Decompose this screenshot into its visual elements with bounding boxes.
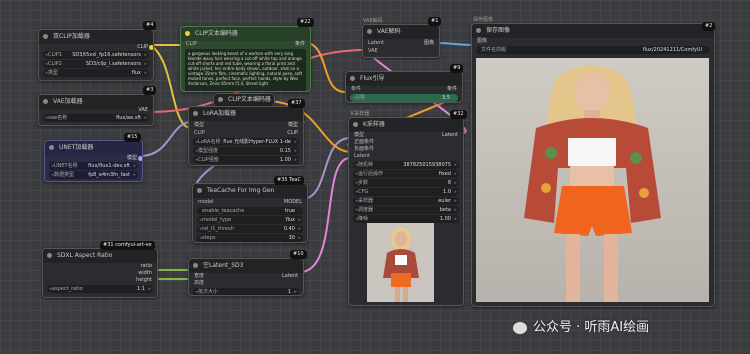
flux-guidance-node[interactable]: Flux引导 条件 条件 ◂ 引导 3.5 ▸ xyxy=(345,71,463,103)
clip-text-encoder-collapsed[interactable]: CLIP文本编码器 xyxy=(213,93,275,107)
control-after-widget[interactable]: ◂ 运行后操作 fixed ▸ xyxy=(353,170,459,178)
model-type-widget[interactable]: ◂ model_type flux ▸ xyxy=(197,216,303,224)
clip-output-socket[interactable] xyxy=(149,45,153,50)
cfg-widget[interactable]: ◂ CFG 1.0 ▸ xyxy=(353,188,459,196)
wire-model xyxy=(139,121,191,157)
save-image-node[interactable]: 保存图像 图像 文件名前缀 flux/20241211/ComfyUI xyxy=(471,23,715,307)
clip-text-encoder-node[interactable]: CLIP文本编码器 CLIP 条件 a gorgeous looking beas… xyxy=(180,26,311,92)
dual-clip-loader-node[interactable]: 双CLIP加载器 CLIP ◂ CLIP1 SD3/t5xxl_fp16.safet… xyxy=(38,29,154,81)
seed-widget[interactable]: ◂ 随机种 387825015938075 ▸ xyxy=(353,161,459,169)
unet-name-widget[interactable]: ◂ UNET名称 flux/flux1-dev.sft ▸ xyxy=(49,162,138,170)
node-title: 双CLIP加载器 xyxy=(53,33,90,40)
unet-loader-node[interactable]: UNET加载器 模型 ◂ UNET名称 flux/flux1-dev.sft ▸ ◂ 数… xyxy=(44,140,143,182)
clip2-widget[interactable]: ◂ CLIP2 SD3/clip_l.safetensors ▸ xyxy=(43,60,149,68)
ksampler-node[interactable]: K采样器 模型 Latent 正面条件 负面条件 Latent ◂ 随机种 38782… xyxy=(348,117,464,306)
aspect-ratio-widget[interactable]: ◂ aspect_ratio 1:1 ▸ xyxy=(47,285,153,293)
output-image xyxy=(476,58,709,302)
clip1-widget[interactable]: ◂ CLIP1 SD3/t5xxl_fp16.safetensors ▸ xyxy=(43,51,149,59)
prompt-textarea[interactable]: a gorgeous looking beast of a woman with… xyxy=(185,49,306,91)
output-label: CLIP xyxy=(137,44,148,50)
vae-name-widget[interactable]: ◂ vae名称 flux/ae.sft ▸ xyxy=(43,114,149,122)
node-id-badge: #4 xyxy=(143,21,157,30)
clip-strength-widget[interactable]: ◂ CLIP强度 1.00 ▸ xyxy=(193,156,299,164)
steps-widget[interactable]: ◂ 步数 8 ▸ xyxy=(353,179,459,187)
vae-loader-node[interactable]: VAE加载器 VAE ◂ vae名称 flux/ae.sft ▸ xyxy=(38,94,154,126)
sampler-widget[interactable]: ◂ 采样器 euler ▸ xyxy=(353,197,459,205)
lora-loader-node[interactable]: LoRA加载器 模型 模型 CLIP CLIP ◂ LoRA名称 flux 光线影Hyp… xyxy=(188,106,304,166)
filename-prefix-widget[interactable]: 文件名前缀 flux/20241211/ComfyUI xyxy=(476,46,710,54)
rel-thresh-widget[interactable]: ◂ rel_l1_thresh 0.40 ▸ xyxy=(197,225,303,233)
wire-cond xyxy=(304,42,346,93)
steps-widget[interactable]: ◂ steps 30 ▸ xyxy=(197,234,303,242)
sdxl-aspect-ratio-node[interactable]: SDXL Aspect Ratio ratio width height ◂ as… xyxy=(42,248,158,298)
vae-decode-node[interactable]: VAE解码 Latent 图像 VAE xyxy=(362,24,440,58)
wire-image xyxy=(436,42,476,46)
preview-image xyxy=(367,223,434,302)
dtype-widget[interactable]: ◂ 数据类型 fp8_e4m3fn_fast ▸ xyxy=(49,171,138,179)
lora-name-widget[interactable]: ◂ LoRA名称 flux 光线影Hyper-FLUX 1-de ▸ xyxy=(193,138,299,146)
empty-latent-sd3-node[interactable]: 空Latent_SD3 宽度 Latent 高度 ◂ 批次大小 1 ▸ xyxy=(188,258,304,296)
wire-model-ks xyxy=(301,137,351,200)
teacache-node[interactable]: TeaCache For Img Gen model MODEL enable_t… xyxy=(192,183,308,243)
type-widget[interactable]: ◂ 类型 flux ▸ xyxy=(43,69,149,77)
denoise-widget[interactable]: ◂ 降噪 1.00 ▸ xyxy=(353,215,459,223)
watermark: 公众号 · 听雨AI绘画 xyxy=(513,316,649,335)
collapse-dot-icon[interactable] xyxy=(43,34,48,39)
wechat-icon xyxy=(513,321,527,334)
model-strength-widget[interactable]: ◂ 模型强度 0.15 ▸ xyxy=(193,147,299,155)
batch-size-widget[interactable]: ◂ 批次大小 1 ▸ xyxy=(193,288,299,295)
guidance-widget[interactable]: ◂ 引导 3.5 ▸ xyxy=(350,94,458,102)
enable-teacache-widget[interactable]: enable_teacache true xyxy=(197,207,303,215)
scheduler-widget[interactable]: ◂ 调度器 beta ▸ xyxy=(353,206,459,214)
